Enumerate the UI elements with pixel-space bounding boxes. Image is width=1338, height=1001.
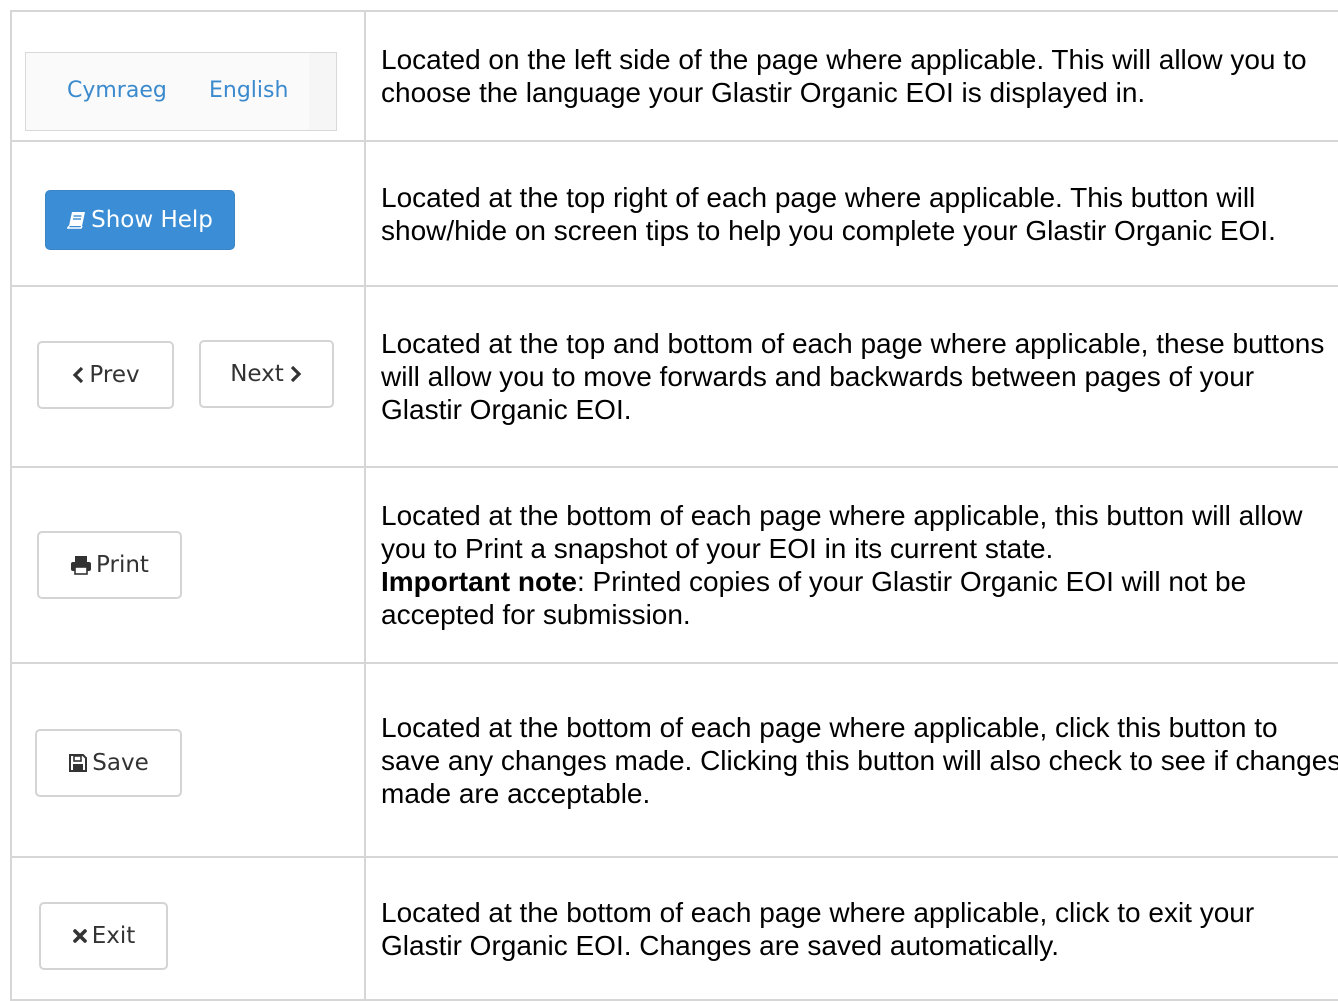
next-label: Next [230,361,284,387]
language-switcher: Cymraeg English [25,52,337,131]
exit-description: Located at the bottom of each page where… [381,896,1255,961]
description-cell: Located at the bottom of each page where… [364,856,1338,1001]
prev-button[interactable]: Prev [37,341,174,409]
save-button[interactable]: Save [35,729,182,797]
description-cell: Located on the left side of the page whe… [364,10,1338,142]
print-button[interactable]: Print [37,531,182,599]
chevron-right-icon [289,365,303,383]
table-row-navigation: Prev Next Located at the top and bottom … [10,285,1338,468]
prev-label: Prev [89,362,140,388]
important-note-label: Important note [381,566,577,597]
table-row-language: Cymraeg English Located on the left side… [10,10,1338,142]
description-cell: Located at the bottom of each page where… [364,662,1338,858]
widget-cell: Cymraeg English [10,10,366,142]
widget-cell: Print [10,466,366,664]
table-row-save: Save Located at the bottom of each page … [10,662,1338,858]
next-button[interactable]: Next [199,340,334,408]
table-row-show-help: Show Help Located at the top right of ea… [10,140,1338,287]
widget-cell: Save [10,662,366,858]
save-description: Located at the bottom of each page where… [381,711,1338,809]
show-help-description: Located at the top right of each page wh… [381,181,1276,246]
english-link[interactable]: English [209,78,288,103]
description-cell: Located at the top right of each page wh… [364,140,1338,287]
floppy-disk-icon [68,753,88,773]
print-label: Print [96,552,149,578]
book-icon [67,210,87,230]
table-row-exit: Exit Located at the bottom of each page … [10,856,1338,1001]
description-cell: Located at the bottom of each page where… [364,466,1338,664]
exit-label: Exit [91,923,136,949]
print-icon [70,555,92,575]
show-help-label: Show Help [91,207,213,233]
table-row-print: Print Located at the bottom of each page… [10,466,1338,664]
print-description: Located at the bottom of each page where… [381,500,1303,564]
button-guide-table: Cymraeg English Located on the left side… [10,10,1338,1001]
exit-button[interactable]: Exit [39,902,168,970]
cymraeg-link[interactable]: Cymraeg [67,78,167,103]
chevron-left-icon [71,366,85,384]
show-help-button[interactable]: Show Help [45,190,235,250]
save-label: Save [92,750,149,776]
language-description: Located on the left side of the page whe… [381,44,1307,108]
widget-cell: Show Help [10,140,366,287]
widget-cell: Exit [10,856,366,1001]
navigation-description: Located at the top and bottom of each pa… [381,328,1325,425]
widget-cell: Prev Next [10,285,366,468]
description-cell: Located at the top and bottom of each pa… [364,285,1338,468]
close-icon [72,928,88,944]
